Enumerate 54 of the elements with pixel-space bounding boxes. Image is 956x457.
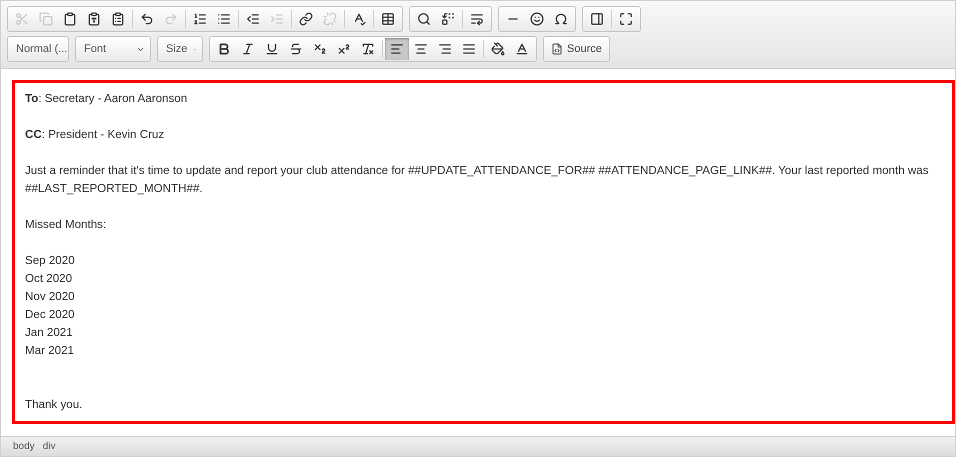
bullet-list-icon [217,12,231,26]
closing-line: Thank you. [25,397,84,413]
month-line: Jan 2021 [25,325,74,341]
paste-icon [63,12,77,26]
dropdown-select[interactable]: Size [157,36,203,62]
unlink-icon [323,12,337,26]
month-line: Sep 2020 [25,253,76,269]
replace-icon [441,12,455,26]
redo-icon [164,12,178,26]
text-color-icon [515,42,529,56]
dropdown-select[interactable]: Normal (... [7,36,69,62]
italic-icon [241,42,255,56]
paste-text-icon [87,12,101,26]
copy-icon [39,12,53,26]
subscript-icon [313,42,327,56]
special-character-icon [554,12,568,26]
month-line: Oct 2020 [25,271,74,287]
cc-line: CC: President - Kevin Cruz [25,127,166,143]
paste-word-icon [111,12,125,26]
bold-icon [217,42,231,56]
outdent-icon [246,12,260,26]
element-path-link[interactable]: body [13,441,35,452]
indent-icon [270,12,284,26]
editor-content[interactable] [12,80,955,424]
align-center-icon [414,42,428,56]
align-left-button[interactable] [385,38,409,60]
background-color-icon [491,42,505,56]
show-blocks-icon [590,12,604,26]
remove-format-icon [361,42,375,56]
month-line: Mar 2021 [25,343,75,359]
message-paragraph: Just a reminder that it's time to update and report your club attendance for ##UPDATE_ATTENDANCE_FOR## ##ATTENDANCE_PAGE_LINK##. Your last reported month was ##LAST_REPORTED_MONTH##. [25,163,930,197]
numbered-list-icon [193,12,207,26]
to-line: To: Secretary - Aaron Aaronson [25,91,188,107]
smiley-icon [530,12,544,26]
align-right-icon [438,42,452,56]
element-path-link[interactable]: div [42,441,56,452]
align-left-icon [390,42,404,56]
superscript-icon [337,42,351,56]
table-icon [381,12,395,26]
month-line: Dec 2020 [25,307,76,323]
search-icon [417,12,431,26]
link-icon [299,12,313,26]
source-button[interactable]: Source [543,36,610,62]
spellcheck-icon [352,12,366,26]
maximize-icon [619,12,633,26]
underline-icon [265,42,279,56]
missed-months-label: Missed Months: [25,217,108,233]
source-icon [551,43,563,55]
cut-icon [15,12,29,26]
undo-icon [140,12,154,26]
dropdown-select[interactable]: Font [75,36,151,62]
month-line: Nov 2020 [25,289,76,305]
justify-icon [462,42,476,56]
strikethrough-icon [289,42,303,56]
